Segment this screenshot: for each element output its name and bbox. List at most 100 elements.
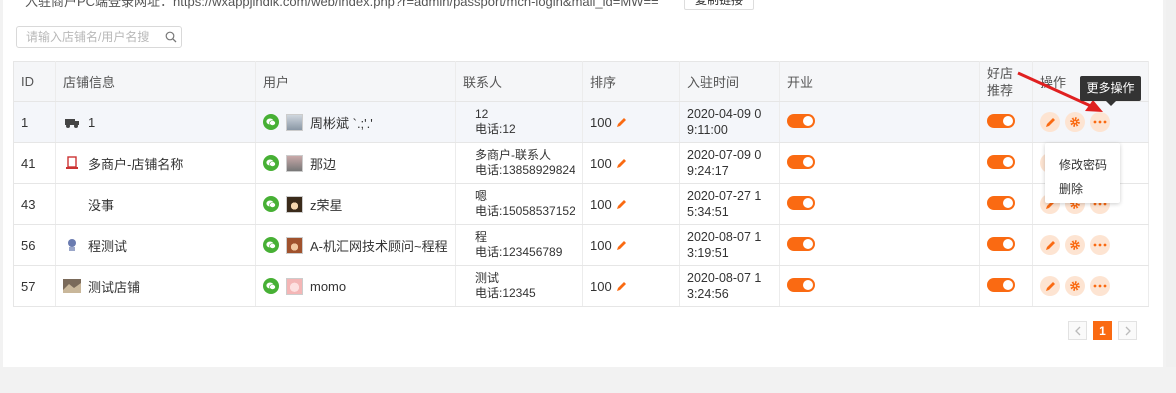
table-row: 43 没事 z荣星 嗯电话:15058537152 100 2020-07-27… bbox=[13, 183, 1149, 225]
table-row: 56 程测试 A-机汇网技术顾问~程程 程电话:123456789 100 20… bbox=[13, 224, 1149, 266]
edit-sort-icon[interactable] bbox=[616, 240, 627, 251]
open-toggle[interactable] bbox=[787, 154, 815, 169]
avatar bbox=[286, 195, 303, 213]
menu-item-change-password[interactable]: 修改密码 bbox=[1045, 153, 1120, 177]
login-url-text: 入驻商户PC端登录网址：https://wxappjindik.com/web/… bbox=[25, 0, 659, 9]
shop-name: 测试店铺 bbox=[88, 279, 141, 295]
more-actions-menu: 修改密码 删除 bbox=[1045, 143, 1120, 203]
settings-button[interactable] bbox=[1065, 112, 1085, 132]
more-dots-icon bbox=[1093, 243, 1107, 247]
contact-phone: 电话:123456789 bbox=[475, 245, 563, 259]
header-user: 用户 bbox=[255, 61, 456, 102]
shop-logo-icon bbox=[63, 196, 81, 212]
edit-sort-icon[interactable] bbox=[616, 117, 627, 128]
open-toggle[interactable] bbox=[787, 195, 815, 210]
wechat-icon bbox=[263, 155, 279, 171]
header-sort: 排序 bbox=[582, 61, 680, 102]
contact-phone: 电话:13858929824- bbox=[475, 163, 575, 177]
user-name: A-机汇网技术顾问~程程 bbox=[310, 238, 448, 254]
prev-page-button[interactable] bbox=[1068, 321, 1087, 340]
contact-name: 程 bbox=[475, 230, 488, 244]
join-time: 2020-07-27 15:34:51 bbox=[687, 189, 762, 219]
shop-name: 1 bbox=[88, 114, 96, 130]
contact-phone: 电话:15058537152 bbox=[475, 204, 575, 218]
header-shop: 店铺信息 bbox=[55, 61, 256, 102]
scrollbar[interactable] bbox=[1166, 0, 1176, 367]
edit-button[interactable] bbox=[1040, 276, 1060, 296]
contact-name: 多商户-联系人 bbox=[475, 148, 551, 162]
table-row: 1 1 周彬斌 `.;'.' 12 电话:12 100 2020-04-09 09… bbox=[13, 101, 1149, 143]
sort-value: 100 bbox=[590, 196, 612, 212]
gear-icon bbox=[1070, 240, 1080, 250]
sort-value: 100 bbox=[590, 114, 612, 130]
recommend-toggle[interactable] bbox=[987, 195, 1015, 210]
gear-icon bbox=[1070, 281, 1080, 291]
wechat-icon bbox=[263, 114, 279, 130]
settings-button[interactable] bbox=[1065, 276, 1085, 296]
search-box bbox=[16, 26, 182, 48]
join-time: 2020-07-09 09:24:17 bbox=[687, 148, 762, 178]
contact-name: 12 bbox=[475, 107, 489, 121]
chevron-left-icon bbox=[1074, 326, 1080, 335]
gear-icon bbox=[1070, 117, 1080, 127]
open-toggle[interactable] bbox=[787, 113, 815, 128]
recommend-toggle[interactable] bbox=[987, 113, 1015, 128]
edit-sort-icon[interactable] bbox=[616, 281, 627, 292]
row-id: 43 bbox=[13, 183, 56, 225]
user-name: 那边 bbox=[310, 156, 337, 172]
menu-item-delete[interactable]: 删除 bbox=[1045, 177, 1120, 201]
shop-logo-icon bbox=[63, 279, 81, 293]
contact-name: 测试 bbox=[475, 271, 500, 285]
avatar bbox=[286, 236, 303, 254]
search-input[interactable] bbox=[17, 27, 157, 47]
shop-logo-icon bbox=[65, 119, 79, 128]
open-toggle[interactable] bbox=[787, 236, 815, 251]
open-toggle[interactable] bbox=[787, 277, 815, 292]
recommend-toggle[interactable] bbox=[987, 236, 1015, 251]
more-dots-icon bbox=[1093, 120, 1107, 124]
avatar bbox=[286, 113, 303, 131]
contact-phone: 电话:12345 bbox=[475, 286, 536, 300]
recommend-toggle[interactable] bbox=[987, 154, 1015, 169]
header-id: ID bbox=[13, 61, 56, 102]
shop-name: 没事 bbox=[88, 197, 115, 213]
settings-button[interactable] bbox=[1065, 235, 1085, 255]
avatar bbox=[286, 154, 303, 172]
pencil-icon bbox=[1045, 281, 1055, 291]
header-open: 开业 bbox=[779, 61, 980, 102]
more-button[interactable] bbox=[1090, 235, 1110, 255]
more-button[interactable] bbox=[1090, 276, 1110, 296]
edit-button[interactable] bbox=[1040, 112, 1060, 132]
header-time: 入驻时间 bbox=[679, 61, 780, 102]
login-url-bar: 入驻商户PC端登录网址：https://wxappjindik.com/web/… bbox=[3, 0, 1163, 14]
copy-link-button[interactable]: 复制链接 bbox=[684, 0, 754, 10]
table-row: 41 多商户-店铺名称 那边 多商户-联系人 电话:13858929824- 10… bbox=[13, 142, 1149, 184]
user-name: momo bbox=[310, 278, 347, 294]
pencil-icon bbox=[1045, 240, 1055, 250]
edit-button[interactable] bbox=[1040, 235, 1060, 255]
page-button-current[interactable]: 1 bbox=[1093, 321, 1112, 340]
sort-value: 100 bbox=[590, 278, 612, 294]
pagination: 1 bbox=[1068, 321, 1137, 340]
chevron-right-icon bbox=[1125, 326, 1131, 335]
search-icon[interactable] bbox=[165, 31, 177, 43]
user-name: 周彬斌 `.;'.' bbox=[310, 115, 373, 131]
more-button[interactable] bbox=[1090, 112, 1110, 132]
recommend-toggle[interactable] bbox=[987, 277, 1015, 292]
shop-table: ID 店铺信息 用户 联系人 排序 入驻时间 开业 好店推荐 操作 1 1 周彬… bbox=[13, 61, 1149, 307]
sort-value: 100 bbox=[590, 237, 612, 253]
next-page-button[interactable] bbox=[1118, 321, 1137, 340]
wechat-icon bbox=[263, 196, 279, 212]
contact-phone: 电话:12 bbox=[475, 122, 516, 136]
user-name: z荣星 bbox=[310, 197, 343, 213]
join-time: 2020-08-07 13:24:56 bbox=[687, 271, 762, 301]
wechat-icon bbox=[263, 237, 279, 253]
contact-name: 嗯 bbox=[475, 189, 488, 203]
shop-logo-icon bbox=[66, 156, 78, 169]
row-id: 56 bbox=[13, 224, 56, 266]
join-time: 2020-08-07 13:19:51 bbox=[687, 230, 762, 260]
edit-sort-icon[interactable] bbox=[616, 199, 627, 210]
table-row: 57 测试店铺 momo 测试 电话:12345 100 2020-08-07 1… bbox=[13, 265, 1149, 307]
edit-sort-icon[interactable] bbox=[616, 158, 627, 169]
join-time: 2020-04-09 09:11:00 bbox=[687, 107, 762, 137]
